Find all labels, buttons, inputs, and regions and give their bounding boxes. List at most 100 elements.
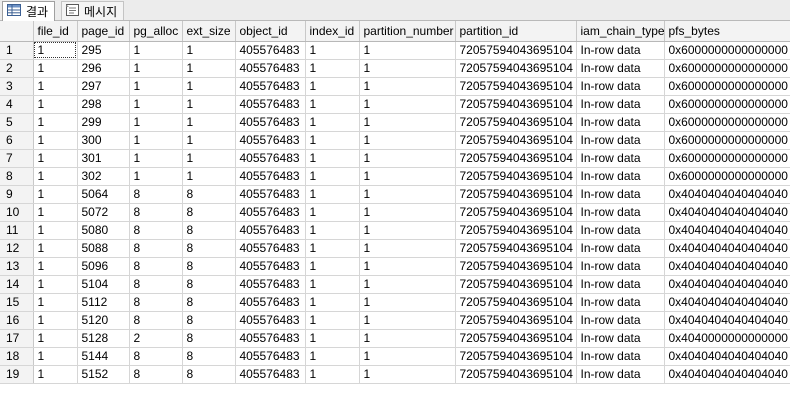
file-id-cell[interactable]: 1 — [33, 239, 78, 258]
row-number[interactable]: 11 — [0, 221, 34, 240]
file-id-cell[interactable]: 1 — [33, 95, 78, 114]
pfs-bytes-cell[interactable]: 0x6000000000000000 — [664, 113, 790, 132]
pg-alloc-cell[interactable]: 8 — [129, 311, 183, 330]
index-id-cell[interactable]: 1 — [305, 95, 360, 114]
file-id-cell[interactable]: 1 — [33, 113, 78, 132]
iam-chain-type-cell[interactable]: In-row data — [576, 203, 665, 222]
index-id-cell[interactable]: 1 — [305, 347, 360, 366]
partition-number-cell[interactable]: 1 — [359, 293, 456, 312]
partition-number-cell[interactable]: 1 — [359, 203, 456, 222]
table-row[interactable]: 16 1 5120 8 8 405576483 1 1 72057594043695104 In-… — [0, 311, 790, 330]
index-id-cell[interactable]: 1 — [305, 329, 360, 348]
object-id-cell[interactable]: 405576483 — [235, 203, 306, 222]
pfs-bytes-cell[interactable]: 0x4040404040404040 — [664, 203, 790, 222]
table-row[interactable]: 14 1 5104 8 8 405576483 1 1 72057594043695104 In-… — [0, 275, 790, 294]
file-id-cell[interactable]: 1 — [33, 275, 78, 294]
partition-number-cell[interactable]: 1 — [359, 275, 456, 294]
column-header[interactable]: page_id — [77, 21, 130, 42]
pg-alloc-cell[interactable]: 1 — [129, 149, 183, 168]
pfs-bytes-cell[interactable]: 0x6000000000000000 — [664, 149, 790, 168]
partition-id-cell[interactable]: 72057594043695104 — [455, 41, 577, 60]
page-id-cell[interactable]: 301 — [77, 149, 130, 168]
object-id-cell[interactable]: 405576483 — [235, 41, 306, 60]
table-row[interactable]: 6 1 300 1 1 405576483 1 1 72057594043695104 In-ro… — [0, 131, 790, 150]
row-number[interactable]: 13 — [0, 257, 34, 276]
row-number[interactable]: 14 — [0, 275, 34, 294]
row-number[interactable]: 7 — [0, 149, 34, 168]
index-id-cell[interactable]: 1 — [305, 293, 360, 312]
object-id-cell[interactable]: 405576483 — [235, 59, 306, 78]
table-row[interactable]: 7 1 301 1 1 405576483 1 1 72057594043695104 In-ro… — [0, 149, 790, 168]
pfs-bytes-cell[interactable]: 0x4040404040404040 — [664, 239, 790, 258]
ext-size-cell[interactable]: 1 — [182, 113, 236, 132]
page-id-cell[interactable]: 5120 — [77, 311, 130, 330]
pg-alloc-cell[interactable]: 8 — [129, 275, 183, 294]
ext-size-cell[interactable]: 8 — [182, 203, 236, 222]
row-number[interactable]: 8 — [0, 167, 34, 186]
page-id-cell[interactable]: 5096 — [77, 257, 130, 276]
partition-id-cell[interactable]: 72057594043695104 — [455, 203, 577, 222]
partition-number-cell[interactable]: 1 — [359, 365, 456, 384]
table-row[interactable]: 2 1 296 1 1 405576483 1 1 72057594043695104 In-ro… — [0, 59, 790, 78]
file-id-cell[interactable]: 1 — [33, 41, 78, 60]
ext-size-cell[interactable]: 1 — [182, 77, 236, 96]
index-id-cell[interactable]: 1 — [305, 59, 360, 78]
table-row[interactable]: 17 1 5128 2 8 405576483 1 1 72057594043695104 In-… — [0, 329, 790, 348]
page-id-cell[interactable]: 5152 — [77, 365, 130, 384]
pg-alloc-cell[interactable]: 1 — [129, 95, 183, 114]
pg-alloc-cell[interactable]: 8 — [129, 239, 183, 258]
index-id-cell[interactable]: 1 — [305, 131, 360, 150]
iam-chain-type-cell[interactable]: In-row data — [576, 149, 665, 168]
page-id-cell[interactable]: 5088 — [77, 239, 130, 258]
column-header[interactable]: file_id — [33, 21, 78, 42]
partition-number-cell[interactable]: 1 — [359, 95, 456, 114]
page-id-cell[interactable]: 299 — [77, 113, 130, 132]
table-row[interactable]: 15 1 5112 8 8 405576483 1 1 72057594043695104 In-… — [0, 293, 790, 312]
index-id-cell[interactable]: 1 — [305, 77, 360, 96]
partition-id-cell[interactable]: 72057594043695104 — [455, 77, 577, 96]
pg-alloc-cell[interactable]: 1 — [129, 131, 183, 150]
page-id-cell[interactable]: 300 — [77, 131, 130, 150]
row-number[interactable]: 19 — [0, 365, 34, 384]
ext-size-cell[interactable]: 8 — [182, 257, 236, 276]
ext-size-cell[interactable]: 1 — [182, 131, 236, 150]
index-id-cell[interactable]: 1 — [305, 149, 360, 168]
pfs-bytes-cell[interactable]: 0x6000000000000000 — [664, 59, 790, 78]
partition-number-cell[interactable]: 1 — [359, 185, 456, 204]
partition-id-cell[interactable]: 72057594043695104 — [455, 239, 577, 258]
partition-number-cell[interactable]: 1 — [359, 113, 456, 132]
file-id-cell[interactable]: 1 — [33, 347, 78, 366]
index-id-cell[interactable]: 1 — [305, 185, 360, 204]
object-id-cell[interactable]: 405576483 — [235, 113, 306, 132]
row-number[interactable]: 6 — [0, 131, 34, 150]
index-id-cell[interactable]: 1 — [305, 167, 360, 186]
row-number[interactable]: 12 — [0, 239, 34, 258]
pg-alloc-cell[interactable]: 8 — [129, 347, 183, 366]
table-row[interactable]: 10 1 5072 8 8 405576483 1 1 72057594043695104 In-… — [0, 203, 790, 222]
index-id-cell[interactable]: 1 — [305, 365, 360, 384]
table-row[interactable]: 5 1 299 1 1 405576483 1 1 72057594043695104 In-ro… — [0, 113, 790, 132]
pfs-bytes-cell[interactable]: 0x4040404040404040 — [664, 365, 790, 384]
index-id-cell[interactable]: 1 — [305, 275, 360, 294]
page-id-cell[interactable]: 298 — [77, 95, 130, 114]
partition-id-cell[interactable]: 72057594043695104 — [455, 257, 577, 276]
pfs-bytes-cell[interactable]: 0x4040404040404040 — [664, 221, 790, 240]
object-id-cell[interactable]: 405576483 — [235, 167, 306, 186]
page-id-cell[interactable]: 5144 — [77, 347, 130, 366]
ext-size-cell[interactable]: 8 — [182, 293, 236, 312]
object-id-cell[interactable]: 405576483 — [235, 221, 306, 240]
ext-size-cell[interactable]: 8 — [182, 347, 236, 366]
pg-alloc-cell[interactable]: 8 — [129, 203, 183, 222]
pfs-bytes-cell[interactable]: 0x4040000000000000 — [664, 329, 790, 348]
pg-alloc-cell[interactable]: 1 — [129, 167, 183, 186]
pg-alloc-cell[interactable]: 1 — [129, 113, 183, 132]
tab-messages[interactable]: 메시지 — [61, 1, 125, 20]
iam-chain-type-cell[interactable]: In-row data — [576, 347, 665, 366]
partition-id-cell[interactable]: 72057594043695104 — [455, 365, 577, 384]
pfs-bytes-cell[interactable]: 0x4040404040404040 — [664, 293, 790, 312]
pg-alloc-cell[interactable]: 1 — [129, 41, 183, 60]
partition-id-cell[interactable]: 72057594043695104 — [455, 131, 577, 150]
ext-size-cell[interactable]: 1 — [182, 59, 236, 78]
partition-id-cell[interactable]: 72057594043695104 — [455, 113, 577, 132]
ext-size-cell[interactable]: 1 — [182, 167, 236, 186]
